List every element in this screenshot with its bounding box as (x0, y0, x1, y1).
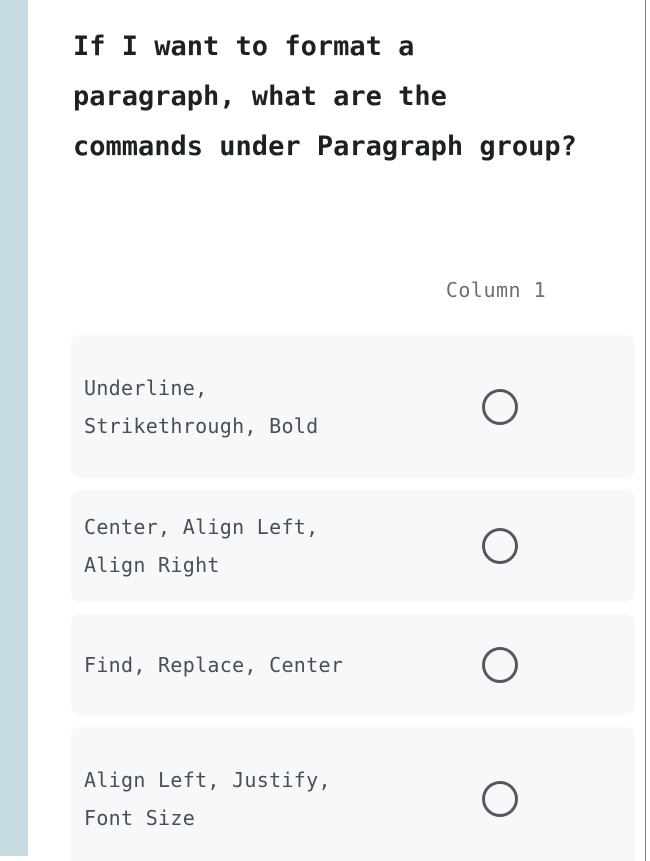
radio-button[interactable] (481, 780, 518, 817)
answer-option-label: Align Left, Justify, Font Size (84, 767, 344, 830)
answer-option-row[interactable]: Center, Align Left, Align Right (71, 490, 635, 602)
answer-options-list: Underline, Strikethrough, Bold Center, A… (71, 335, 635, 861)
answer-option-label: Find, Replace, Center (84, 652, 344, 677)
column-header-row: Column 1 (73, 274, 608, 310)
answer-option-choice-cell (374, 646, 635, 683)
answer-option-row[interactable]: Underline, Strikethrough, Bold (71, 335, 635, 478)
radio-button[interactable] (481, 528, 518, 564)
answer-option-label: Underline, Strikethrough, Bold (84, 375, 319, 438)
answer-option-row[interactable]: Find, Replace, Center (71, 614, 635, 715)
question-text: If I want to format a paragraph, what ar… (73, 31, 577, 162)
radio-button[interactable] (481, 388, 518, 425)
radio-button[interactable] (481, 646, 518, 683)
answer-option-label: Center, Align Left, Align Right (84, 515, 331, 577)
viewport-right-border (645, 0, 646, 861)
answer-option-choice-cell (374, 528, 635, 564)
column-header-column-1: Column 1 (445, 278, 547, 302)
left-decorative-band (0, 0, 28, 856)
answer-option-row[interactable]: Align Left, Justify, Font Size (71, 727, 635, 861)
answer-option-choice-cell (374, 780, 635, 817)
answer-option-choice-cell (374, 388, 635, 425)
quiz-page: If I want to format a paragraph, what ar… (0, 0, 650, 861)
question-content-area: If I want to format a paragraph, what ar… (28, 0, 645, 861)
